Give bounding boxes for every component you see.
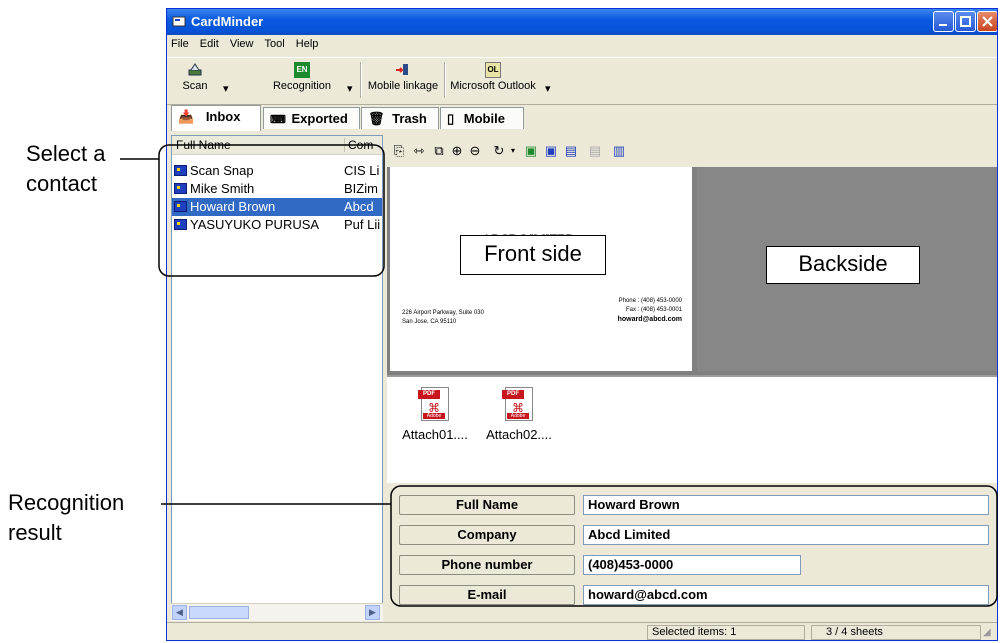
callout-overlay — [120, 144, 998, 607]
select-contact-highlight — [158, 144, 385, 277]
recognition-result-highlight — [390, 485, 998, 607]
